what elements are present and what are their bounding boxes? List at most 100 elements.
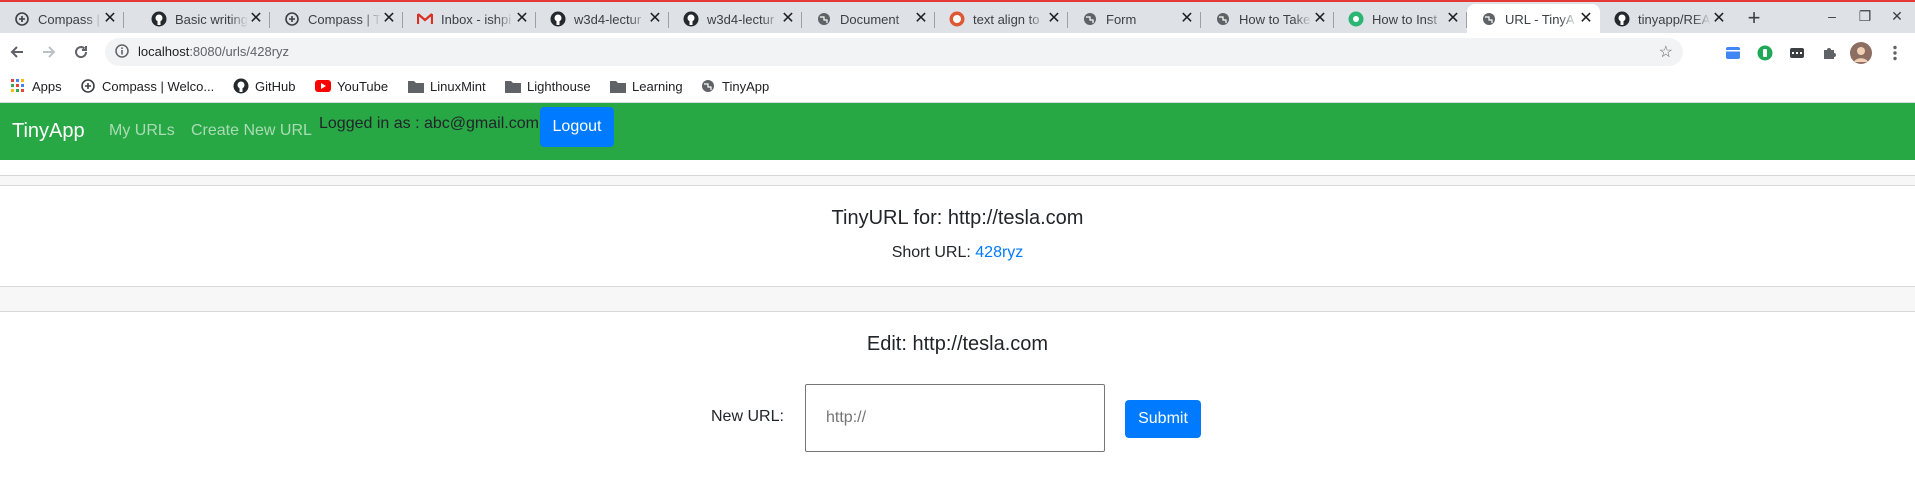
tab-title: Document xyxy=(840,11,900,27)
browser-tab[interactable]: w3d4-lectur ✕ xyxy=(669,4,802,34)
logout-button[interactable]: Logout xyxy=(540,107,614,147)
bookmark-label: Apps xyxy=(32,78,62,94)
bookmark-apps[interactable]: Apps xyxy=(10,78,62,94)
bookmark-star-icon[interactable]: ☆ xyxy=(1659,42,1673,62)
browser-toolbar: localhost:8080/urls/428ryz ☆ xyxy=(0,33,1915,71)
close-tab-icon[interactable]: ✕ xyxy=(514,11,530,27)
back-arrow-icon[interactable] xyxy=(6,41,28,63)
url-card-header xyxy=(0,175,1915,186)
edit-card-header xyxy=(0,286,1915,312)
bookmarks-bar: Apps Compass | Welco... GitHub YouTube L… xyxy=(0,71,1915,103)
close-tab-icon[interactable]: ✕ xyxy=(248,11,264,27)
new-url-input[interactable] xyxy=(805,384,1105,452)
close-tab-icon[interactable]: ✕ xyxy=(1711,11,1727,27)
tab-title: Inbox - ishpi xyxy=(441,11,512,27)
globe-icon xyxy=(816,11,832,27)
menu-kebab-icon[interactable] xyxy=(1886,44,1904,62)
github-icon xyxy=(233,78,249,94)
bookmark-label: GitHub xyxy=(255,78,296,94)
short-url-label: Short URL: xyxy=(891,244,971,261)
gmail-icon xyxy=(417,11,433,27)
globe-icon xyxy=(1215,11,1231,27)
browser-tab[interactable]: Compass | T ✕ xyxy=(270,4,403,34)
bookmark-label: LinuxMint xyxy=(430,78,486,94)
close-tab-icon[interactable]: ✕ xyxy=(1578,11,1594,27)
bookmark-label: TinyApp xyxy=(722,78,770,94)
browser-tab[interactable]: Document ✕ xyxy=(802,4,935,34)
bookmark-label: YouTube xyxy=(337,78,389,94)
bookmark-tinyapp[interactable]: TinyApp xyxy=(700,78,769,94)
browser-tab[interactable]: Compass | S ✕ xyxy=(0,4,124,34)
close-tab-icon[interactable]: ✕ xyxy=(1445,11,1461,27)
close-tab-icon[interactable]: ✕ xyxy=(1046,11,1062,27)
tab-title: Compass | S xyxy=(38,11,102,27)
bookmark-youtube[interactable]: YouTube xyxy=(315,78,388,94)
github-icon xyxy=(151,11,167,27)
browser-tab-active[interactable]: URL - TinyA ✕ xyxy=(1467,4,1600,34)
tab-title: tinyapp/REA xyxy=(1638,11,1711,27)
duckduckgo-icon xyxy=(949,11,965,27)
youtube-icon xyxy=(315,78,331,94)
short-url-link[interactable]: 428ryz xyxy=(975,244,1023,261)
apps-grid-icon xyxy=(10,78,26,94)
compass-icon xyxy=(284,11,300,27)
globe-icon xyxy=(700,78,716,94)
tab-title: How to Inst xyxy=(1372,11,1438,27)
bookmark-lighthouse[interactable]: Lighthouse xyxy=(505,78,591,94)
app-navbar: TinyApp My URLs Create New URL Logged in… xyxy=(0,103,1915,160)
tab-title: Compass | T xyxy=(308,11,381,27)
folder-icon xyxy=(610,78,626,94)
folder-icon xyxy=(408,78,424,94)
browser-tab[interactable]: w3d4-lectur ✕ xyxy=(536,4,669,34)
profile-avatar[interactable] xyxy=(1850,42,1872,64)
compass-icon xyxy=(80,78,96,94)
bookmark-compass[interactable]: Compass | Welco... xyxy=(80,78,214,94)
close-tab-icon[interactable]: ✕ xyxy=(1312,11,1328,27)
tab-title: text align to xyxy=(973,11,1040,27)
minimize-icon[interactable]: – xyxy=(1822,8,1842,24)
bookmark-linuxmint[interactable]: LinuxMint xyxy=(408,78,486,94)
maximize-icon[interactable]: ❐ xyxy=(1855,8,1875,25)
close-tab-icon[interactable]: ✕ xyxy=(381,11,397,27)
tab-title: Form xyxy=(1106,11,1137,27)
brand-link[interactable]: TinyApp xyxy=(12,120,85,143)
nav-create-new-url[interactable]: Create New URL xyxy=(191,122,312,140)
calendar-extension-icon[interactable] xyxy=(1724,44,1742,62)
close-tab-icon[interactable]: ✕ xyxy=(102,11,118,27)
github-icon xyxy=(550,11,566,27)
tab-title: How to Take xyxy=(1239,11,1311,27)
browser-tab[interactable]: How to Take ✕ xyxy=(1201,4,1334,34)
tab-title: URL - TinyA xyxy=(1505,11,1575,27)
info-icon[interactable] xyxy=(115,44,129,63)
submit-button[interactable]: Submit xyxy=(1125,400,1201,438)
browser-tab[interactable]: text align to ✕ xyxy=(935,4,1068,34)
green-extension-icon[interactable] xyxy=(1756,44,1774,62)
screen-extension-icon[interactable] xyxy=(1788,44,1806,62)
bookmark-github[interactable]: GitHub xyxy=(233,78,295,94)
github-icon xyxy=(1614,11,1630,27)
nav-my-urls[interactable]: My URLs xyxy=(109,122,175,140)
browser-tab[interactable]: Form ✕ xyxy=(1068,4,1201,34)
reload-icon[interactable] xyxy=(70,41,92,63)
browser-tab[interactable]: tinyapp/REA ✕ xyxy=(1600,4,1733,34)
forward-arrow-icon[interactable] xyxy=(38,41,60,63)
green-circle-icon xyxy=(1348,11,1364,27)
browser-tab[interactable]: Basic writing ✕ xyxy=(137,4,270,34)
tab-title: w3d4-lectur xyxy=(574,11,642,27)
close-tab-icon[interactable]: ✕ xyxy=(913,11,929,27)
browser-tab[interactable]: Inbox - ishpi ✕ xyxy=(403,4,536,34)
close-tab-icon[interactable]: ✕ xyxy=(647,11,663,27)
tab-title: w3d4-lectur xyxy=(707,11,775,27)
address-bar[interactable]: localhost:8080/urls/428ryz ☆ xyxy=(105,38,1683,66)
edit-card-title: Edit: http://tesla.com xyxy=(866,333,1049,355)
bookmark-learning[interactable]: Learning xyxy=(610,78,683,94)
new-tab-button[interactable]: + xyxy=(1741,7,1767,31)
puzzle-extensions-icon[interactable] xyxy=(1820,44,1838,62)
close-tab-icon[interactable]: ✕ xyxy=(1179,11,1195,27)
browser-tab[interactable]: How to Inst ✕ xyxy=(1334,4,1467,34)
browser-tab-bar: Compass | S ✕ Basic writing ✕ Compass | … xyxy=(0,0,1915,34)
close-window-icon[interactable]: ✕ xyxy=(1887,8,1907,25)
close-tab-icon[interactable]: ✕ xyxy=(780,11,796,27)
compass-icon xyxy=(14,11,30,27)
globe-icon xyxy=(1082,11,1098,27)
